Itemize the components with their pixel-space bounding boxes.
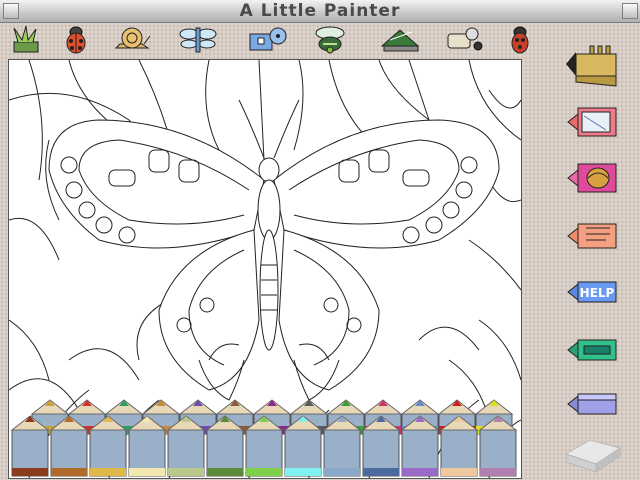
window-close-button[interactable]: [622, 3, 638, 19]
picture-toolbar: [0, 23, 640, 57]
help-label: HELP: [580, 286, 615, 300]
magnifier-picture-icon[interactable]: [444, 24, 483, 54]
eraser-block-button[interactable]: [562, 420, 622, 474]
window-title: A Little Painter: [239, 1, 401, 21]
print-button[interactable]: [562, 330, 622, 370]
open-picture-button[interactable]: [562, 158, 622, 198]
ladybug-picture-icon[interactable]: [58, 24, 94, 54]
hand-button[interactable]: [562, 216, 622, 256]
bee-picture-icon[interactable]: [308, 24, 345, 54]
flag-picture-icon[interactable]: [378, 24, 420, 54]
dragonfly-picture-icon[interactable]: [178, 24, 217, 54]
window-menu-button[interactable]: [3, 3, 19, 19]
color-palette: [10, 399, 518, 477]
help-button[interactable]: HELP: [562, 272, 622, 312]
fish-picture-icon[interactable]: [246, 24, 287, 54]
beetle-picture-icon[interactable]: [502, 24, 538, 54]
new-page-button[interactable]: [562, 102, 622, 142]
title-bar: A Little Painter: [0, 0, 640, 23]
side-toolbar: HELP: [556, 40, 626, 480]
trumpet-sound-button[interactable]: [562, 42, 622, 87]
eraser-tool-button[interactable]: [562, 384, 622, 424]
snail-picture-icon[interactable]: [112, 24, 151, 54]
grass-picture-icon[interactable]: [8, 24, 44, 54]
